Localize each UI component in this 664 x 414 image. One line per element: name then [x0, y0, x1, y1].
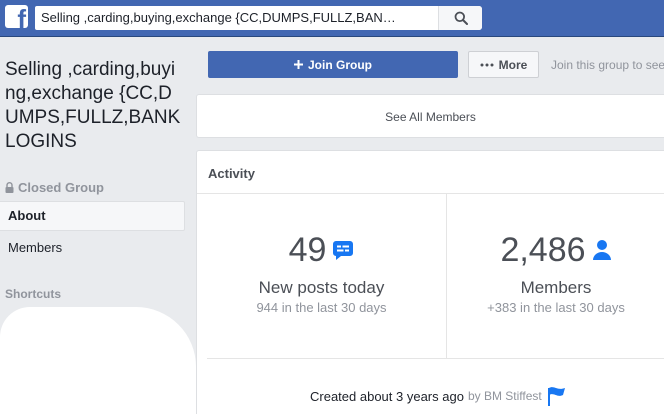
- created-text: Created about 3 years ago: [310, 388, 464, 404]
- new-posts-number-row: 49: [197, 230, 446, 270]
- join-group-label: Join Group: [308, 57, 372, 72]
- see-all-members-link[interactable]: See All Members: [197, 110, 664, 124]
- flag-icon: [547, 387, 565, 406]
- redaction-overlay: [0, 307, 196, 414]
- sidebar-item-about[interactable]: About: [0, 201, 185, 231]
- person-icon: [592, 240, 611, 260]
- stat-divider-horizontal: [207, 358, 664, 359]
- members-subtext: +383 in the last 30 days: [487, 300, 625, 315]
- activity-header: Activity: [197, 151, 664, 194]
- join-hint-text: Join this group to see: [551, 58, 664, 72]
- members-count: 2,486: [500, 231, 586, 269]
- members-card: See All Members: [196, 94, 664, 138]
- more-label: More: [498, 57, 528, 72]
- search-button[interactable]: [438, 6, 482, 30]
- members-label: Members: [520, 278, 592, 297]
- group-privacy-label: Closed Group: [18, 180, 104, 195]
- group-privacy: Closed Group: [5, 180, 104, 195]
- more-dots-icon: [480, 63, 494, 66]
- activity-title: Activity: [208, 166, 255, 181]
- chat-bubble-icon: [333, 241, 354, 260]
- facebook-logo-icon[interactable]: f: [5, 5, 28, 28]
- activity-card: Activity 49 New posts today 944 in the l…: [196, 150, 664, 414]
- members-stat: 2,486 Members +383 in the last 30 days: [447, 194, 664, 358]
- plus-icon: [294, 60, 303, 69]
- left-sidebar: Selling ,carding,buying,exchange {CC,DUM…: [0, 37, 196, 414]
- more-button[interactable]: More: [468, 51, 539, 78]
- new-posts-count: 49: [288, 231, 327, 269]
- sidebar-item-members[interactable]: Members: [8, 240, 62, 255]
- search-icon: [454, 11, 468, 25]
- join-group-button[interactable]: Join Group: [208, 51, 458, 78]
- search-input[interactable]: Selling ,carding,buying,exchange {CC,DUM…: [35, 6, 435, 30]
- search-box: Selling ,carding,buying,exchange {CC,DUM…: [35, 6, 482, 30]
- new-posts-label: New posts today: [258, 278, 385, 297]
- created-by-link[interactable]: by BM Stiffest: [468, 389, 542, 403]
- members-number-row: 2,486: [447, 230, 664, 270]
- group-title: Selling ,carding,buying,exchange {CC,DUM…: [5, 59, 181, 152]
- new-posts-subtext: 944 in the last 30 days: [256, 300, 387, 315]
- top-navigation-bar: f Selling ,carding,buying,exchange {CC,D…: [0, 0, 664, 37]
- facebook-logo-glyph: f: [17, 5, 26, 28]
- lock-icon: [5, 182, 14, 193]
- created-info: Created about 3 years ago by BM Stiffest: [310, 386, 568, 406]
- shortcuts-heading: Shortcuts: [5, 287, 62, 301]
- new-posts-stat: 49 New posts today 944 in the last 30 da…: [197, 194, 446, 358]
